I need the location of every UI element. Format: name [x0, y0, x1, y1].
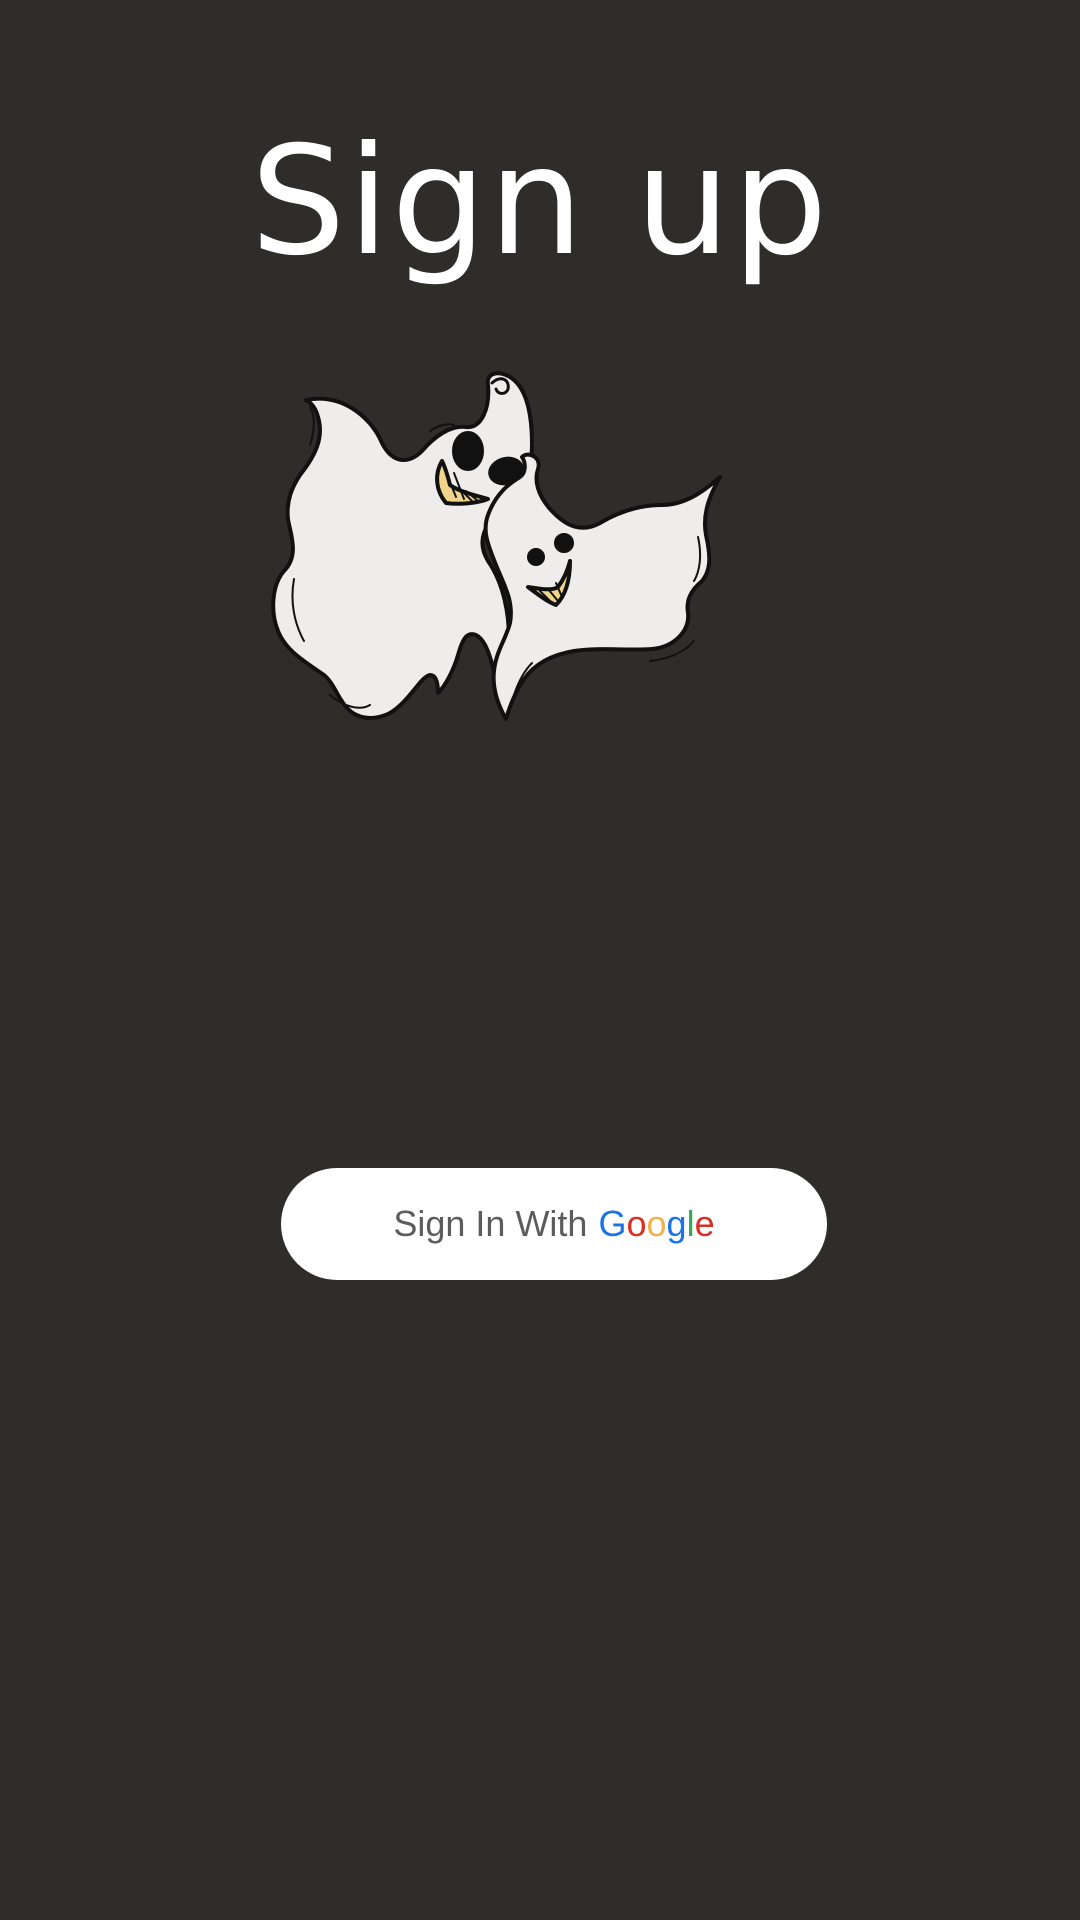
google-letter: o: [646, 1203, 667, 1244]
page-title: Sign up: [250, 115, 830, 289]
google-letter: G: [598, 1203, 627, 1244]
sign-in-with-google-button[interactable]: Sign In With Google: [281, 1168, 827, 1280]
google-letter: e: [694, 1203, 715, 1244]
ghosts-illustration: [270, 365, 790, 765]
google-letter: l: [686, 1203, 695, 1244]
right-ghost-icon: [483, 452, 722, 721]
google-letter: g: [666, 1203, 687, 1244]
google-letter: o: [626, 1203, 647, 1244]
button-label: Sign In With: [393, 1203, 588, 1244]
google-wordmark: Google: [598, 1203, 714, 1245]
